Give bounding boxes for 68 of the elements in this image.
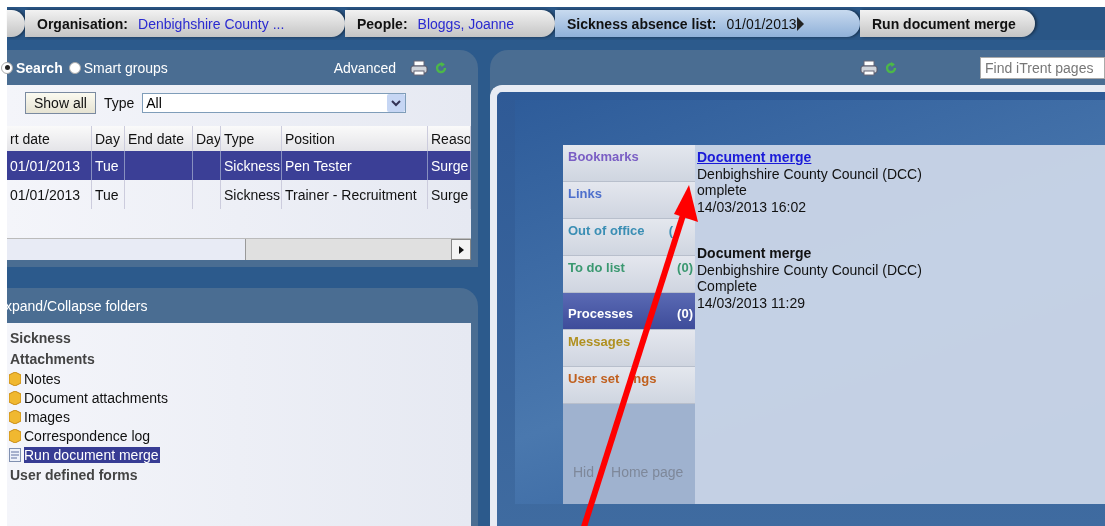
column-header[interactable]: Day (193, 126, 221, 151)
scroll-right-button[interactable] (451, 239, 471, 260)
column-header[interactable]: Position (282, 126, 428, 151)
table-cell: Tue (92, 180, 125, 209)
print-icon[interactable] (410, 59, 428, 76)
table-cell: Sickness (221, 151, 282, 180)
tree-heading[interactable]: Attachments (10, 351, 471, 367)
folder-icon (9, 371, 21, 386)
home-tab[interactable]: Links (563, 182, 695, 219)
column-header[interactable]: Reaso (428, 126, 471, 151)
table-cell: Surge (428, 151, 471, 180)
process-link[interactable]: Document merge (697, 149, 812, 166)
breadcrumb-link[interactable]: Bloggs, Joanne (417, 15, 515, 32)
process-time: 14/03/2013 11:29 (697, 294, 806, 311)
table-cell: Tue (92, 151, 125, 180)
tree-heading[interactable]: Sickness (10, 330, 471, 346)
show-all-button[interactable]: Show all (25, 92, 96, 114)
column-header[interactable]: Type (221, 126, 282, 151)
tree-heading[interactable]: User defined forms (10, 467, 471, 483)
type-label: Type (103, 95, 135, 111)
home-tab[interactable]: Processes (0) (563, 293, 695, 330)
table-cell (125, 151, 193, 180)
scrollbar-thumb[interactable] (7, 239, 246, 260)
tree-item[interactable]: Images (9, 407, 71, 426)
column-header[interactable]: Day (92, 126, 125, 151)
tree-item[interactable]: Notes (9, 369, 62, 388)
table-cell: 01/01/2013 (7, 151, 92, 180)
breadcrumb[interactable] (7, 10, 25, 37)
breadcrumb[interactable]: People: Bloggs, Joanne (345, 10, 555, 37)
caret-icon[interactable] (796, 16, 804, 31)
tree-item[interactable]: Correspondence log (9, 426, 152, 445)
advanced-link[interactable]: Advanced (333, 59, 396, 76)
table-cell: Surge (428, 180, 471, 209)
process-title: Document merge (697, 245, 812, 262)
table-cell: 01/01/2013 (7, 180, 92, 209)
breadcrumb[interactable]: Organisation: Denbighshire County ... (25, 10, 345, 37)
mode-radio[interactable]: Search (1, 59, 63, 76)
breadcrumb[interactable]: Run document merge (860, 10, 1035, 37)
print-icon[interactable] (860, 59, 878, 76)
column-header[interactable]: End date (125, 126, 193, 151)
breadcrumb-value: 01/01/2013 (726, 15, 797, 32)
home-tab[interactable]: Bookmarks (563, 145, 695, 182)
column-header[interactable]: rt date (7, 126, 92, 151)
dropdown-icon[interactable] (387, 94, 406, 112)
tree-item[interactable]: Document attachments (9, 388, 169, 407)
folder-icon (9, 390, 21, 405)
folder-icon (9, 409, 21, 424)
table-cell: Trainer - Recruitment (282, 180, 428, 209)
process-status: Complete (697, 278, 758, 295)
tab-count: (0) (677, 260, 693, 275)
table-cell: Sickness (221, 180, 282, 209)
table-cell (193, 151, 221, 180)
type-select[interactable]: All (142, 93, 407, 113)
folder-icon (9, 428, 21, 443)
mode-radio[interactable]: Smart groups (68, 59, 168, 76)
tab-count: ( (668, 223, 673, 238)
panel-title[interactable]: xpand/Collapse folders (5, 297, 148, 314)
tab-count: (0) (677, 305, 693, 321)
process-status: omplete (697, 182, 748, 199)
breadcrumb-link[interactable]: Denbighshire County ... (138, 15, 285, 32)
find-pages-field[interactable]: Find iTrent pages (980, 56, 1105, 79)
process-time: 14/03/2013 16:02 (697, 198, 807, 215)
breadcrumb[interactable]: Sickness absence list: 01/01/2013 (555, 10, 860, 37)
right-arrow-icon (458, 245, 464, 254)
document-icon (9, 447, 21, 462)
process-org: Denbighshire County Council (DCC) (697, 165, 922, 182)
table-cell: Pen Tester (282, 151, 428, 180)
process-org: Denbighshire County Council (DCC) (697, 261, 922, 278)
